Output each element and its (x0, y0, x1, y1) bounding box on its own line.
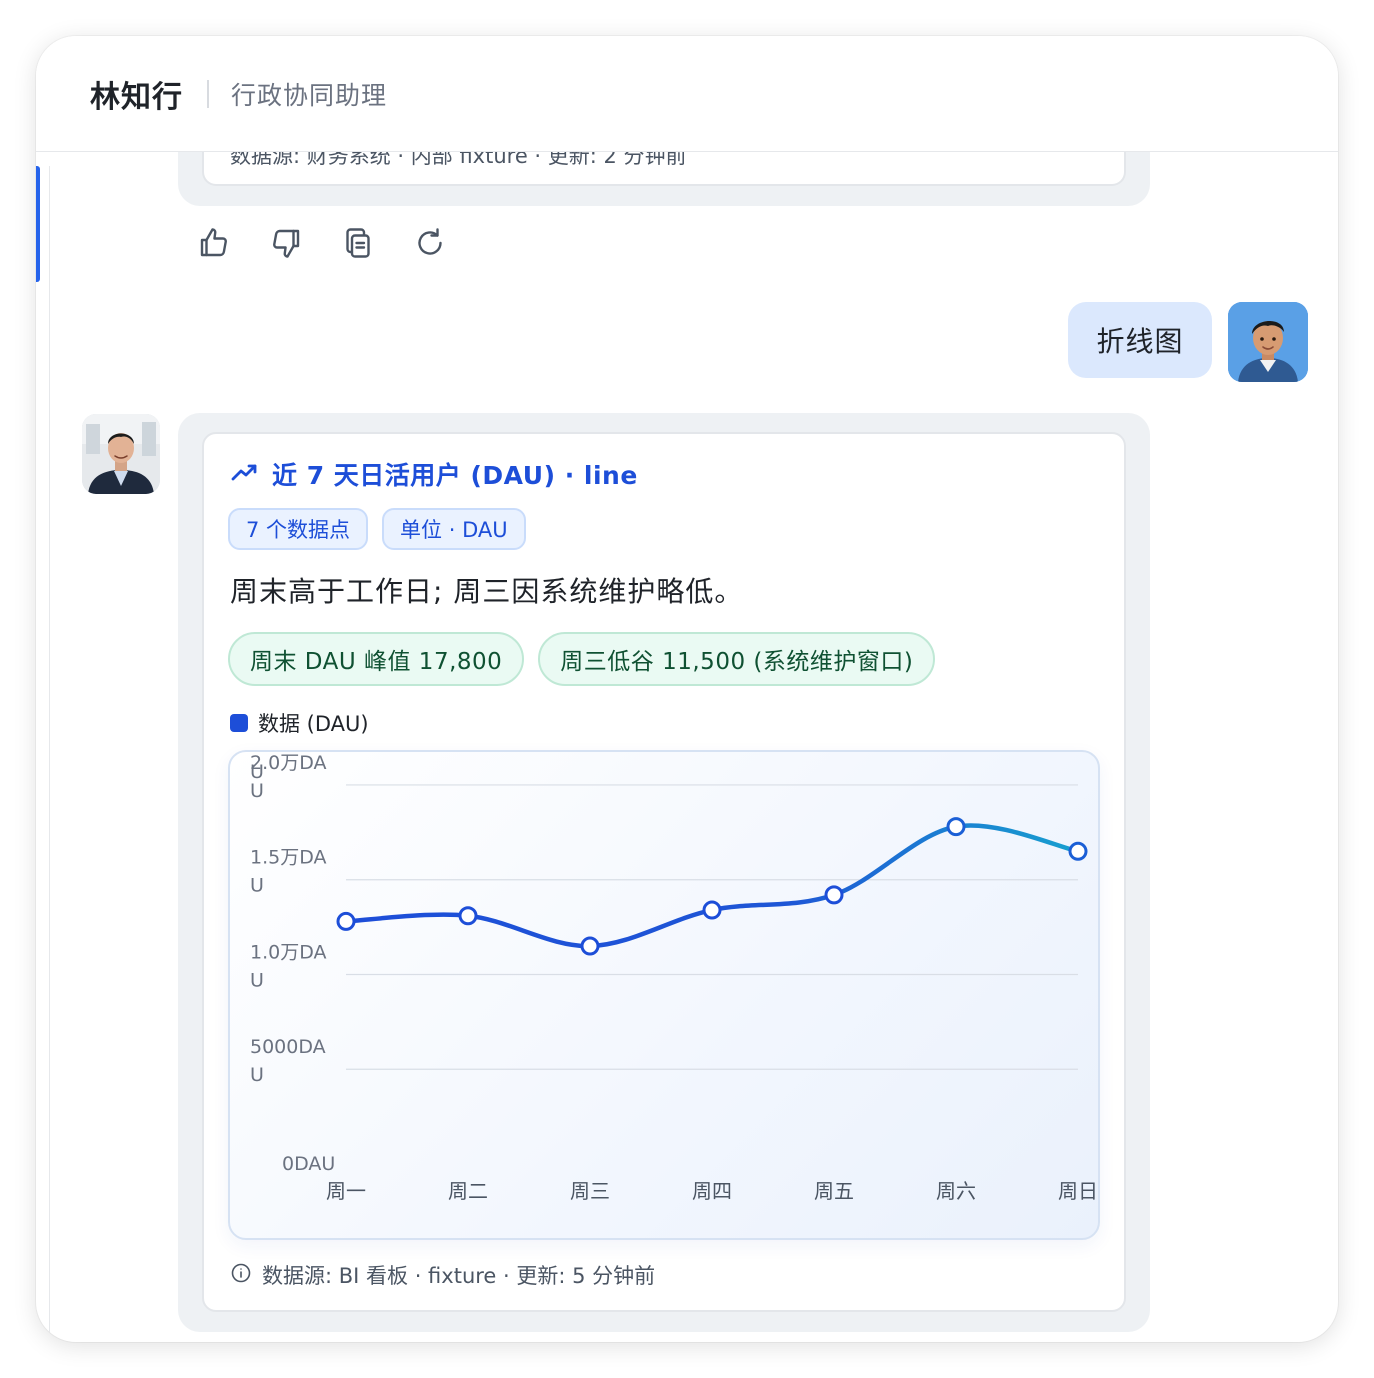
data-point (336, 911, 356, 931)
chart-legend: 数据 (DAU) (230, 708, 369, 738)
chart-card: 近 7 天日活用户 (DAU) · line 7 个数据点 单位 · DAU 周… (202, 432, 1126, 1312)
message-actions (196, 222, 448, 264)
line-chart: 0DAU5000DAU1.0万DAU1.5万DAU2.0万DAU2.1万DAU周… (228, 750, 1100, 1240)
copy-icon[interactable] (340, 222, 376, 264)
thumbs-up-icon[interactable] (196, 222, 232, 264)
app-window: 林知行 行政协同助理 数据源: 财务系统 · 内部 fixture · 更新: … (36, 36, 1338, 1342)
data-point (458, 906, 478, 926)
chat-header: 林知行 行政协同助理 (36, 36, 1338, 152)
y-tick-label: 5000DA U (250, 1036, 326, 1086)
header-divider (207, 79, 209, 108)
trend-line-icon (230, 461, 258, 487)
assistant-message-bubble: 近 7 天日活用户 (DAU) · line 7 个数据点 单位 · DAU 周… (178, 413, 1150, 1332)
x-tick-label: 周三 (570, 1179, 610, 1203)
chart-summary: 周末高于工作日; 周三因系统维护略低。 (230, 575, 744, 608)
y-tick-label: 0DAU (282, 1153, 335, 1175)
scroll-indicator[interactable] (36, 166, 40, 282)
insight-tags: 周末 DAU 峰值 17,800 周三低谷 11,500 (系统维护窗口) (228, 632, 936, 686)
x-tick-label: 周六 (936, 1179, 976, 1203)
assistant-name: 林知行 (90, 79, 183, 115)
y-tick-label: 1.5万DA U (250, 847, 327, 897)
legend-label: 数据 (DAU) (258, 712, 369, 736)
thumbs-down-icon[interactable] (268, 222, 304, 264)
data-point (946, 817, 966, 837)
user-message-bubble: 折线图 (1068, 302, 1212, 378)
x-tick-label: 周四 (692, 1179, 732, 1203)
y-tick-label: 1.0万DA U (250, 941, 327, 991)
legend-swatch (230, 714, 248, 732)
unit-chip: 单位 · DAU (382, 508, 526, 550)
user-avatar (1228, 302, 1308, 382)
data-source-text: 数据源: BI 看板 · fixture · 更新: 5 分钟前 (262, 1264, 656, 1288)
data-point (580, 936, 600, 956)
data-points-chip: 7 个数据点 (228, 508, 369, 550)
assistant-avatar (82, 414, 160, 494)
meta-chips: 7 个数据点 单位 · DAU (228, 508, 526, 550)
card-title: 近 7 天日活用户 (DAU) · line (272, 461, 638, 490)
line-chart-svg: 0DAU5000DAU1.0万DAU1.5万DAU2.0万DAU2.1万DAU周… (250, 752, 1098, 1203)
card-footer: 数据源: BI 看板 · fixture · 更新: 5 分钟前 (230, 1260, 655, 1290)
x-tick-label: 周五 (814, 1179, 854, 1203)
data-point (702, 900, 722, 920)
card-title-row: 近 7 天日活用户 (DAU) · line (230, 456, 638, 492)
insight-tag-low[interactable]: 周三低谷 11,500 (系统维护窗口) (538, 632, 936, 686)
left-rail (36, 166, 50, 1342)
x-tick-label: 周二 (448, 1179, 488, 1203)
x-tick-label: 周一 (326, 1179, 366, 1203)
insight-tag-peak[interactable]: 周末 DAU 峰值 17,800 (228, 632, 525, 686)
assistant-role: 行政协同助理 (231, 80, 388, 110)
data-point (1068, 841, 1088, 861)
refresh-icon[interactable] (412, 222, 448, 264)
x-tick-label: 周日 (1058, 1179, 1098, 1203)
info-icon (230, 1262, 252, 1289)
series-line (343, 823, 1081, 949)
data-point (824, 885, 844, 905)
